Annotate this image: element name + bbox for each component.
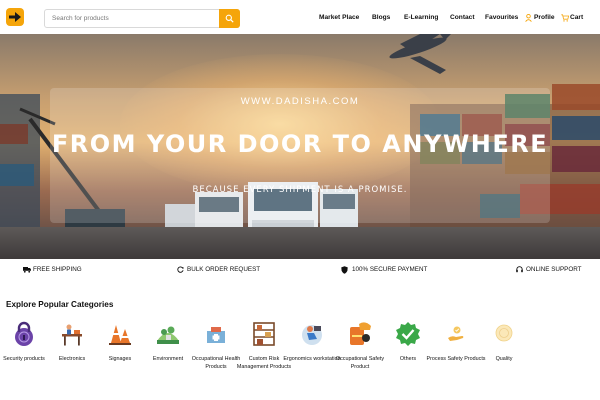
hero-subtitle: BECAUSE EVERY SHIPMENT IS A PROMISE. xyxy=(192,185,408,195)
search-button[interactable] xyxy=(219,9,240,28)
hand-icon xyxy=(448,326,464,341)
logo[interactable] xyxy=(6,8,24,26)
site-header: Market Place Blogs E-Learning Contact Fa… xyxy=(0,0,600,34)
check-badge-icon xyxy=(396,322,420,346)
ergonomics-icon xyxy=(302,325,322,345)
shelving-icon xyxy=(253,322,275,346)
category-label: Quality xyxy=(495,356,513,362)
truck-icon xyxy=(23,267,31,273)
nav-profile[interactable]: Profile xyxy=(534,14,555,21)
safety-gear-icon xyxy=(350,322,371,345)
quality-icon xyxy=(495,324,513,342)
nav-blogs[interactable]: Blogs xyxy=(372,14,390,21)
lock-icon xyxy=(15,321,33,346)
hero-ground xyxy=(0,227,600,259)
hero-website-url: WWW.DADISHA.COM xyxy=(240,96,360,107)
nav-marketplace[interactable]: Market Place xyxy=(319,14,359,21)
medical-kit-icon xyxy=(207,327,225,343)
nav-cart[interactable]: Cart xyxy=(570,14,583,21)
nav-elearning[interactable]: E-Learning xyxy=(404,14,438,21)
nav-favourites[interactable]: Favourites xyxy=(485,14,518,21)
environment-icon xyxy=(157,326,179,344)
shield-icon xyxy=(341,266,348,274)
categories-title: Explore Popular Categories xyxy=(6,300,114,309)
cart-icon[interactable] xyxy=(561,14,569,22)
nav-contact[interactable]: Contact xyxy=(450,14,475,21)
headset-icon xyxy=(516,266,523,273)
profile-icon[interactable] xyxy=(525,14,532,22)
search-icon xyxy=(225,14,234,23)
feature-secure-payment: 100% SECURE PAYMENT xyxy=(352,266,428,273)
logo-arrow-icon xyxy=(9,12,21,22)
feature-bulk-order[interactable]: BULK ORDER REQUEST xyxy=(187,266,260,273)
search-input[interactable] xyxy=(45,10,220,27)
features-bar: FREE SHIPPING BULK ORDER REQUEST 100% SE… xyxy=(0,259,600,281)
refresh-icon xyxy=(177,266,184,273)
hero-title: FROM YOUR DOOR TO ANYWHERE xyxy=(51,130,549,158)
feature-free-shipping: FREE SHIPPING xyxy=(33,266,82,273)
search-box xyxy=(44,9,240,28)
workbench-icon xyxy=(62,324,82,346)
cones-icon xyxy=(109,325,131,345)
hero-banner: WWW.DADISHA.COM FROM YOUR DOOR TO ANYWHE… xyxy=(0,34,600,259)
feature-online-support[interactable]: ONLINE SUPPORT xyxy=(526,266,582,273)
